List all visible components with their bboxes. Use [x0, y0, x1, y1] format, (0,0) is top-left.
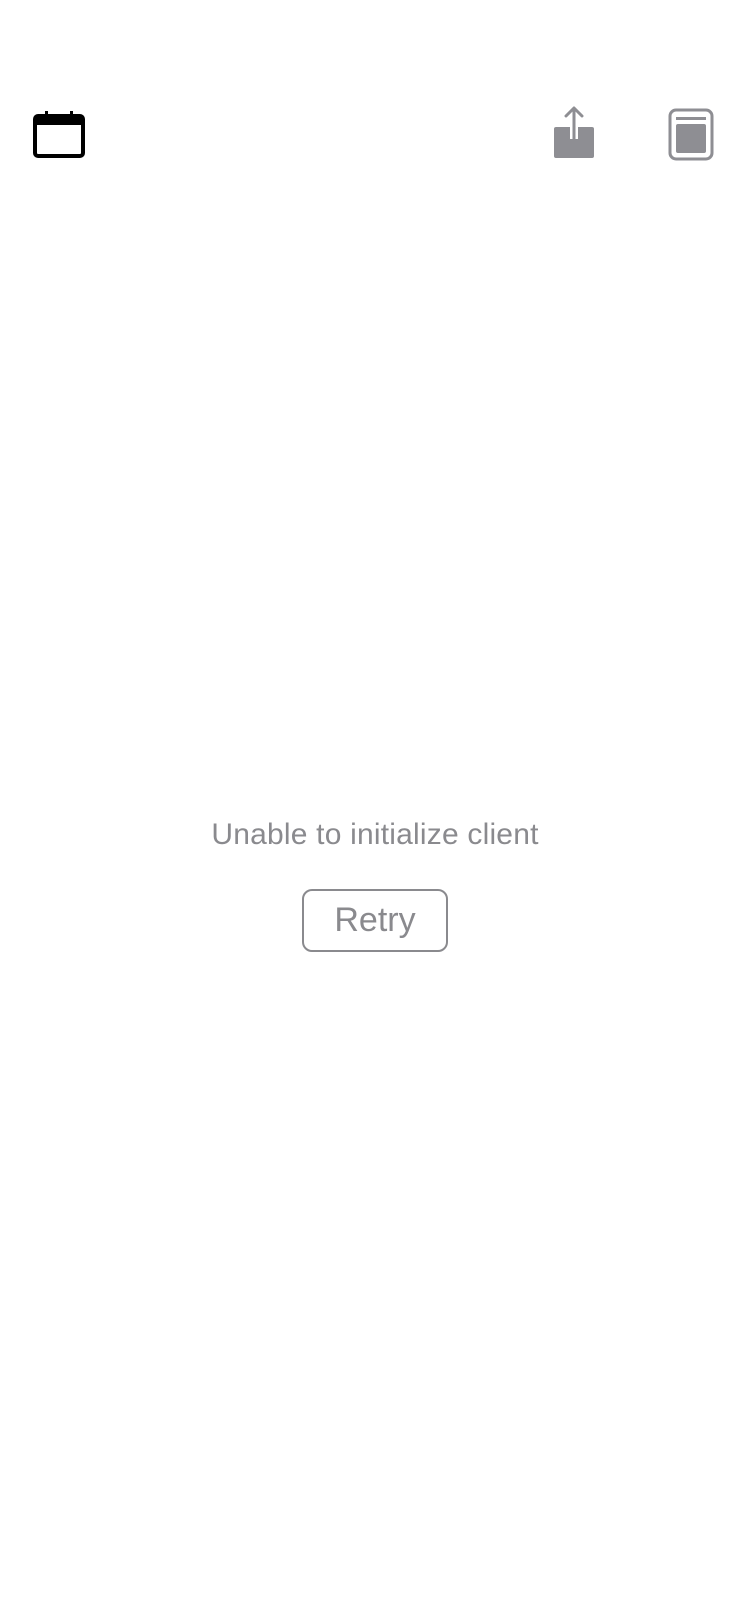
calendar-icon: [33, 111, 85, 158]
error-state: Unable to initialize client: [0, 815, 750, 855]
share-button[interactable]: [553, 106, 595, 162]
tabs-icon: [668, 108, 714, 161]
share-icon: [554, 106, 594, 158]
error-message: Unable to initialize client: [211, 818, 539, 851]
retry-button[interactable]: Retry: [302, 889, 448, 952]
calendar-button[interactable]: [33, 110, 85, 162]
top-toolbar: [0, 0, 750, 200]
tabs-button[interactable]: [668, 108, 714, 164]
